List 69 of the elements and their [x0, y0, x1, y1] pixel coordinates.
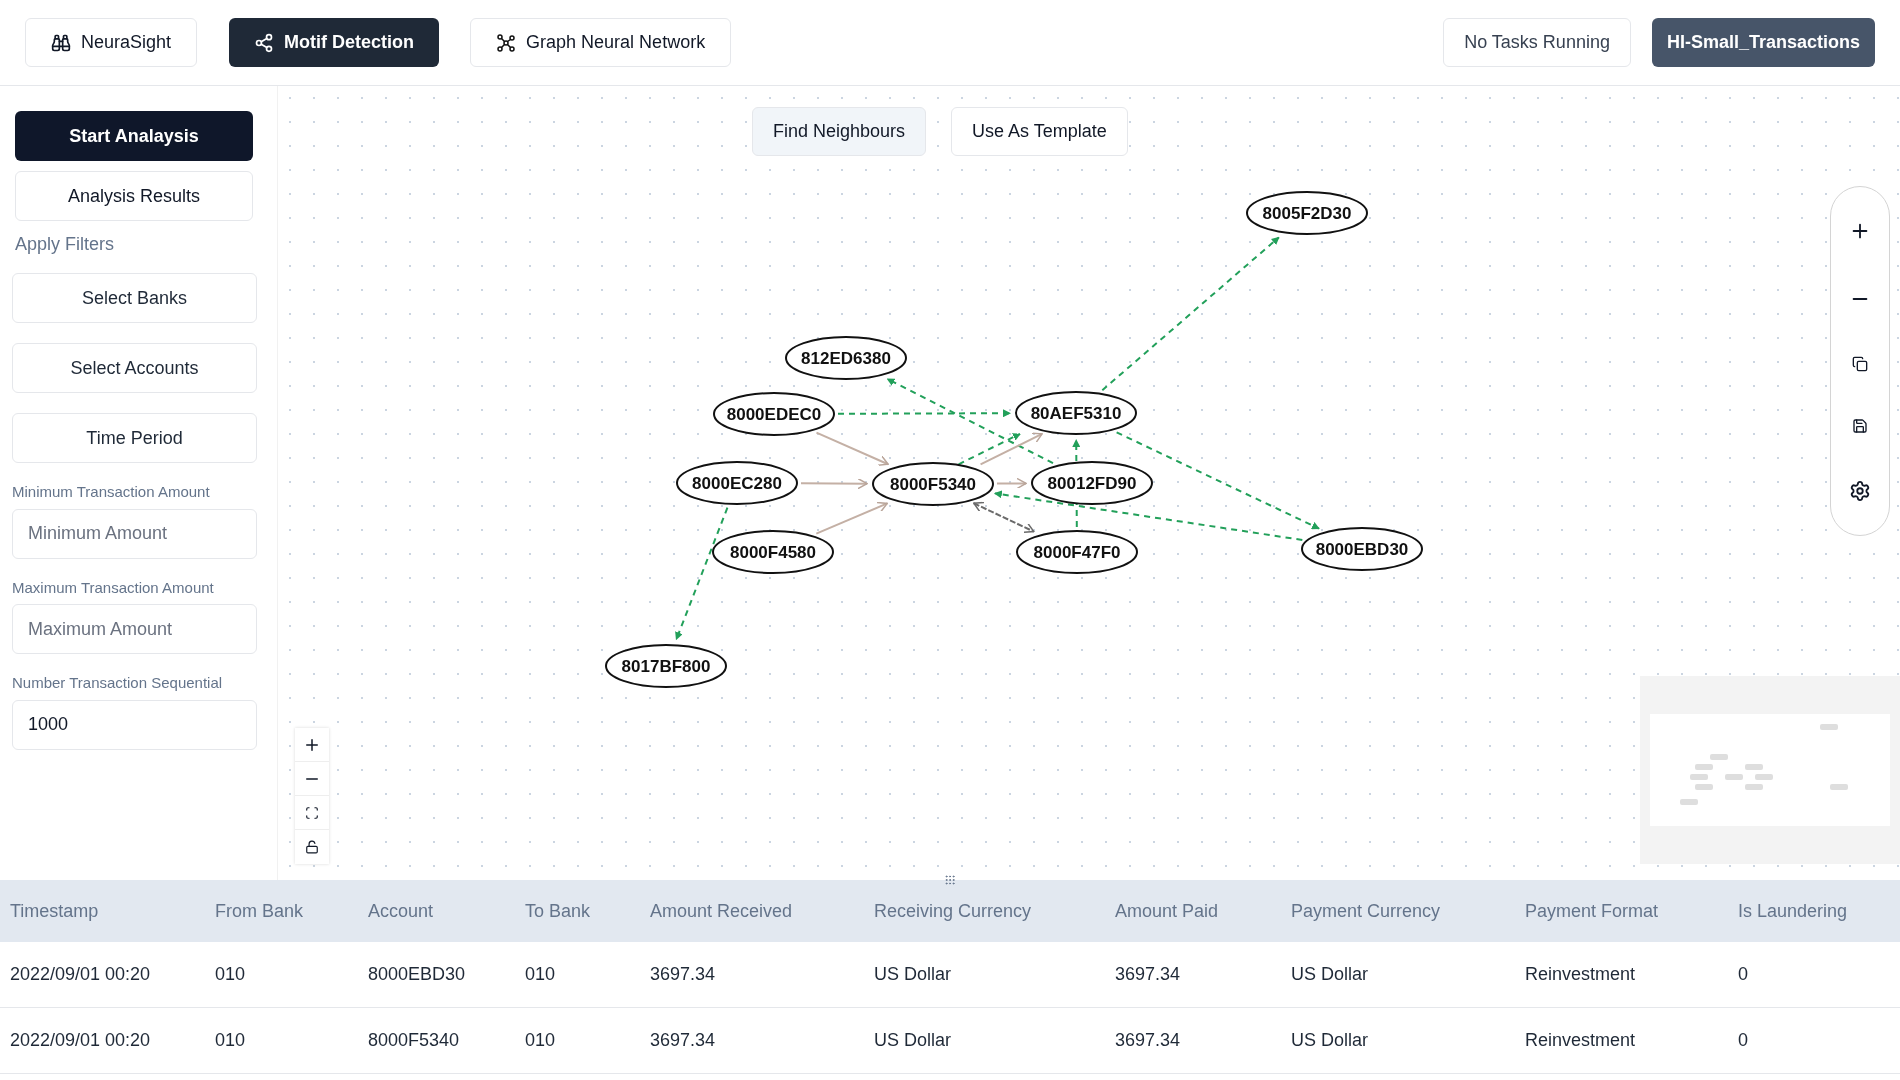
column-header: Is Laundering [1738, 899, 1849, 923]
settings-icon[interactable] [1849, 480, 1871, 502]
graph-node[interactable]: 8000EBD30 [1301, 527, 1423, 571]
column-header: Amount Received [650, 899, 794, 923]
task-status: No Tasks Running [1443, 18, 1631, 67]
canvas-action-button[interactable]: Find Neighbours [752, 107, 927, 156]
drag-handle-icon[interactable] [944, 874, 956, 886]
table-cell-text: 3697.34 [650, 963, 717, 986]
filters-heading: Apply Filters [15, 233, 116, 256]
input-field[interactable]: 1000 [12, 699, 257, 750]
input-field[interactable]: Minimum Amount [12, 508, 257, 559]
save-icon[interactable] [1852, 418, 1868, 434]
table-cell-text: 3697.34 [1115, 963, 1182, 986]
table-cell-text: 0 [1738, 963, 1749, 986]
filter-button[interactable]: Select Banks [12, 273, 257, 323]
graph-node[interactable]: 812ED6380 [785, 336, 907, 380]
field-label: Maximum Transaction Amount [12, 577, 215, 598]
table-cell-text: 010 [215, 963, 247, 986]
table-cell-text: US Dollar [1291, 1029, 1370, 1052]
graph-node[interactable]: 8000F5340 [872, 462, 994, 506]
table-cell-text: US Dollar [874, 1029, 953, 1052]
table-cell-text: 010 [215, 1029, 247, 1052]
graph-node[interactable]: 8000F47F0 [1016, 530, 1138, 574]
canvas-action-button[interactable]: Use As Template [951, 107, 1128, 156]
table-cell-text: US Dollar [1291, 963, 1370, 986]
brand-button[interactable]: NeuraSight [25, 18, 198, 67]
graph-node[interactable]: 80AEF5310 [1015, 391, 1137, 435]
table-cell-text: 3697.34 [1115, 1029, 1182, 1052]
graph-node[interactable]: 8017BF800 [605, 644, 727, 688]
table-cell-text: 8000F5340 [368, 1029, 461, 1052]
table-cell-text: 010 [525, 1029, 557, 1052]
column-header: Receiving Currency [874, 899, 1033, 923]
column-header: To Bank [525, 899, 592, 923]
table-cell-text: 3697.34 [650, 1029, 717, 1052]
table-cell-text: 2022/09/01 00:20 [9, 963, 152, 986]
graph-node[interactable]: 8000F4580 [712, 530, 834, 574]
column-header: From Bank [215, 899, 305, 923]
start-analysis-button[interactable]: Start Analaysis [15, 111, 253, 161]
column-header: Payment Currency [1291, 899, 1442, 923]
nav-tab[interactable]: Motif Detection [229, 18, 440, 67]
network-icon [496, 32, 517, 53]
graph-node[interactable]: 8000EC280 [676, 461, 798, 505]
table-cell-text: 2022/09/01 00:20 [9, 1029, 152, 1052]
graph-node[interactable]: 8000EDEC0 [713, 392, 835, 436]
table-cell-text: 0 [1738, 1029, 1749, 1052]
field-label: Number Transaction Sequential [12, 673, 224, 693]
table-cell-text: US Dollar [874, 963, 953, 986]
share-icon [254, 32, 275, 53]
dataset-button[interactable]: HI-Small_Transactions [1651, 18, 1875, 67]
unlock-icon[interactable] [305, 840, 319, 854]
column-header: Amount Paid [1115, 899, 1220, 923]
graph-node[interactable]: 80012FD90 [1031, 461, 1153, 505]
binoculars-icon [51, 32, 71, 53]
filter-button[interactable]: Select Accounts [12, 343, 257, 393]
column-header: Account [368, 899, 435, 923]
column-header: Payment Format [1525, 899, 1660, 923]
graph-node[interactable]: 8005F2D30 [1246, 191, 1368, 235]
table-cell-text: 8000EBD30 [368, 963, 467, 986]
analysis-results-button[interactable]: Analysis Results [15, 171, 253, 221]
table-cell-text: Reinvestment [1525, 963, 1637, 986]
column-header: Timestamp [9, 899, 100, 923]
filter-button[interactable]: Time Period [12, 413, 257, 463]
nav-tab[interactable]: Graph Neural Network [470, 18, 732, 67]
fit-view-icon[interactable] [305, 805, 319, 820]
copy-icon[interactable] [1852, 356, 1868, 372]
field-label: Minimum Transaction Amount [12, 482, 211, 502]
table-cell-text: 010 [525, 963, 557, 986]
input-field[interactable]: Maximum Amount [12, 604, 257, 654]
table-cell-text: Reinvestment [1525, 1029, 1637, 1052]
